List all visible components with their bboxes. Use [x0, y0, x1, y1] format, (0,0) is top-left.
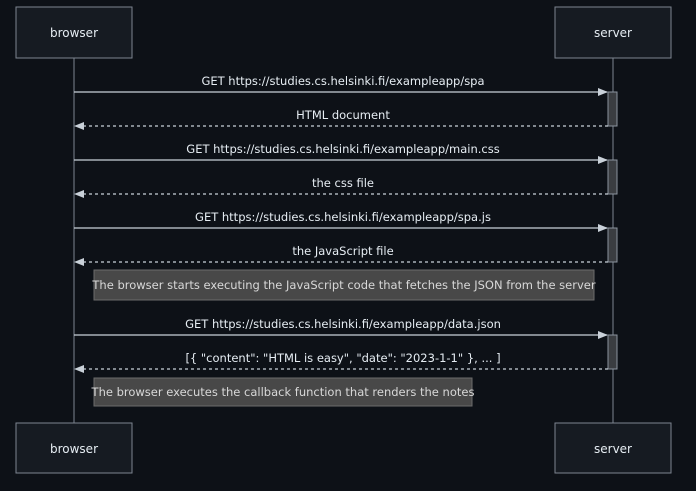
actor-server-bottom: server: [554, 422, 672, 474]
actor-browser-bottom: browser: [15, 422, 133, 474]
server-activation: [607, 227, 618, 263]
message-label: GET https://studies.cs.helsinki.fi/examp…: [186, 142, 499, 156]
server-activation: [607, 91, 618, 127]
message-label: the css file: [312, 176, 374, 190]
actor-server-top: server: [554, 6, 672, 59]
message-label: the JavaScript file: [292, 244, 393, 258]
note-box: The browser executes the callback functi…: [91, 377, 475, 407]
server-activation: [607, 334, 618, 370]
actor-browser-label: browser: [50, 442, 98, 456]
message-label: [{ "content": "HTML is easy", "date": "2…: [185, 351, 500, 365]
actor-server-label: server: [594, 442, 632, 456]
actor-browser-top: browser: [15, 6, 133, 59]
message-label: GET https://studies.cs.helsinki.fi/examp…: [195, 210, 491, 224]
message-label: HTML document: [296, 108, 390, 122]
note-text: The browser starts executing the JavaScr…: [91, 278, 595, 292]
note-text: The browser executes the callback functi…: [91, 385, 475, 399]
note-box: The browser starts executing the JavaScr…: [91, 269, 596, 301]
message-label: GET https://studies.cs.helsinki.fi/examp…: [201, 74, 484, 88]
actor-browser-label: browser: [50, 26, 98, 40]
server-activation: [607, 159, 618, 195]
sequence-diagram: browser server browser server GET https:…: [15, 6, 672, 474]
actor-server-label: server: [594, 26, 632, 40]
message-label: GET https://studies.cs.helsinki.fi/examp…: [185, 317, 501, 331]
